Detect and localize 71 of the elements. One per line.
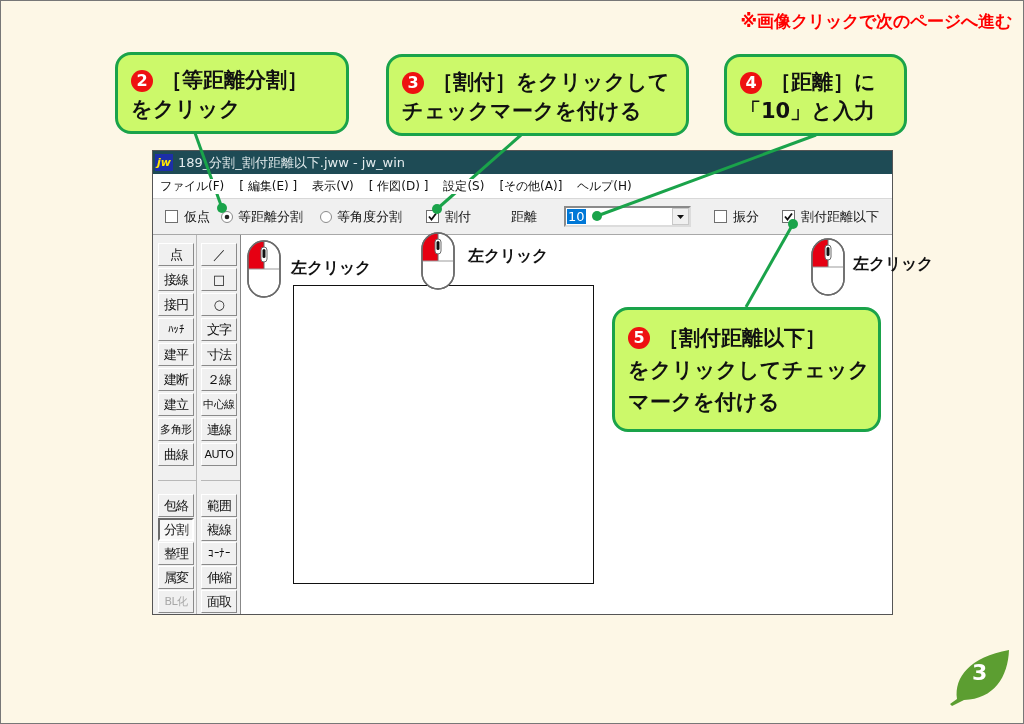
callout-heading: ［等距離分割］ [161, 67, 308, 94]
distance-combo-box[interactable]: 10 [564, 206, 691, 227]
tool-button[interactable]: 建立 [158, 393, 194, 416]
combo-value: 10 [567, 209, 586, 224]
radio-button[interactable] [320, 210, 332, 223]
menu-item[interactable]: ファイル(F) [160, 178, 225, 194]
window-title: 189_分割_割付距離以下.jww - jw_win [178, 153, 405, 172]
tool-button[interactable]: 接線 [158, 268, 194, 291]
tool-button[interactable]: AUTO [201, 443, 237, 466]
step-number-badge: 5 [628, 327, 650, 349]
app-icon: jw [155, 154, 173, 171]
tool-button[interactable]: 曲線 [158, 443, 194, 466]
menu-item[interactable]: [ 作図(D) ] [368, 178, 429, 194]
step-number-badge: 3 [402, 71, 424, 94]
callout-heading: ［割付］をクリックして [432, 69, 670, 96]
callout-heading: ［距離］に [770, 69, 876, 96]
page-notice: ※画像クリックで次のページへ進む [740, 10, 1012, 32]
menu-item[interactable]: 表示(V) [312, 178, 354, 194]
menu-item[interactable]: 設定(S) [443, 178, 485, 194]
checkbox[interactable] [165, 210, 178, 223]
checkbox-label: 仮点 [184, 207, 210, 226]
field-label: 距離 [511, 207, 537, 226]
tool-button[interactable]: ２線 [201, 368, 237, 391]
dropdown-button[interactable] [672, 208, 689, 225]
mouse-icon [247, 240, 281, 298]
checkbox[interactable] [714, 210, 727, 223]
callout-text: 「10」と入力 [740, 98, 877, 125]
radio-label: 等角度分割 [337, 207, 402, 226]
caret-icon [677, 214, 684, 219]
callout-text: をクリックしてチェック マークを付ける [628, 357, 871, 416]
tool-button[interactable]: 建断 [158, 368, 194, 391]
tool-button[interactable]: 多角形 [158, 418, 194, 441]
tool-button[interactable]: 文字 [201, 318, 237, 341]
checkbox-label: 割付距離以下 [801, 207, 879, 226]
tool-button[interactable]: ○ [201, 293, 237, 316]
tool-button[interactable]: 中心線 [201, 393, 237, 416]
callout-heading: ［割付距離以下］ [658, 325, 826, 352]
menu-item[interactable]: ヘルプ(H) [577, 178, 632, 194]
tool-button[interactable]: 包絡 [158, 494, 194, 517]
tool-button[interactable]: 寸法 [201, 343, 237, 366]
tool-button[interactable]: 分割 [158, 518, 194, 541]
checkbox-label: 割付 [445, 207, 471, 226]
checkbox[interactable] [782, 210, 795, 223]
menu-item[interactable]: [その他(A)] [499, 178, 563, 194]
tool-button[interactable]: 伸縮 [201, 566, 237, 589]
tool-button[interactable]: ﾊｯﾁ [158, 318, 194, 341]
tool-button[interactable]: 属変 [158, 566, 194, 589]
tool-button[interactable]: 建平 [158, 343, 194, 366]
click-hint-label: 左クリック [468, 246, 548, 266]
page-number: 3 [972, 660, 988, 686]
click-hint-label: 左クリック [291, 258, 371, 278]
tool-button[interactable]: 点 [158, 243, 194, 266]
tool-button[interactable]: 連線 [201, 418, 237, 441]
menu-item[interactable]: [ 編集(E) ] [239, 178, 298, 194]
callout-text: チェックマークを付ける [402, 98, 643, 125]
radio-label: 等距離分割 [238, 207, 303, 226]
tool-button[interactable]: 面取 [201, 590, 237, 613]
tool-button[interactable]: 接円 [158, 293, 194, 316]
step-number-badge: 2 [131, 69, 153, 92]
tool-button[interactable]: ｺｰﾅｰ [201, 542, 237, 565]
callout-text: をクリック [131, 96, 242, 123]
leaf-icon [948, 649, 1010, 707]
radio-button[interactable] [221, 210, 233, 223]
tool-button[interactable]: 複線 [201, 518, 237, 541]
tool-button[interactable]: 範囲 [201, 494, 237, 517]
step-number-badge: 4 [740, 71, 762, 94]
mouse-icon [811, 238, 845, 296]
tool-button[interactable]: □ [201, 268, 237, 291]
tool-button[interactable]: 整理 [158, 542, 194, 565]
checkbox-label: 振分 [733, 207, 759, 226]
tool-button[interactable]: ／ [201, 243, 237, 266]
